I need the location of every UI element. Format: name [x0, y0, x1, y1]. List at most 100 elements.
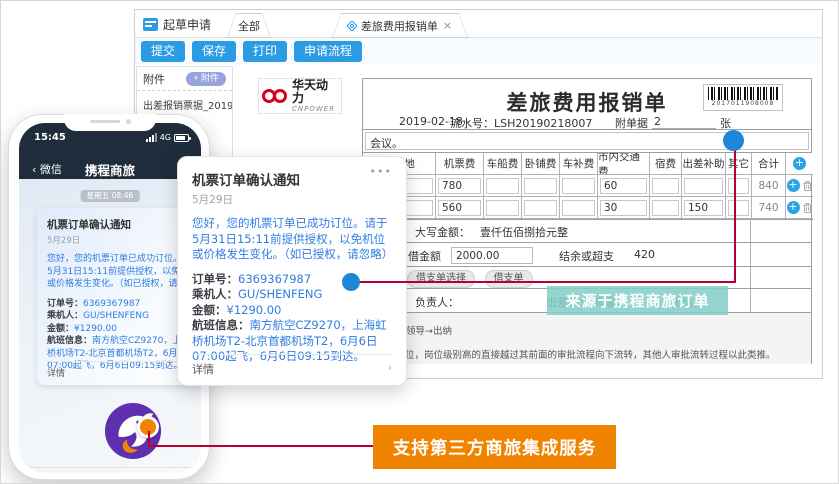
row-total: 740: [752, 197, 786, 219]
field-label: 乘机人：: [47, 311, 84, 321]
add-row-icon[interactable]: +: [786, 179, 800, 192]
field-label: 订单号：: [192, 271, 238, 286]
loan-label: 借金额: [408, 250, 441, 263]
field-label: 订单号：: [47, 298, 84, 309]
delete-row-icon[interactable]: [802, 202, 813, 214]
order-anchor-dot: [342, 273, 360, 291]
network-label: 4G: [159, 133, 171, 142]
add-row-icon[interactable]: +: [793, 157, 806, 170]
cell-input[interactable]: 780: [438, 177, 481, 194]
field-label: 乘机人：: [192, 287, 238, 301]
menu-draft-label: 起草申请: [163, 17, 212, 32]
balance-label: 结余或超支: [559, 250, 614, 263]
camera-icon: [126, 119, 131, 124]
print-button[interactable]: 打印: [243, 41, 288, 62]
caps-amount-label: 大写金额：: [415, 226, 470, 239]
field-value: GU/SHENFENG: [83, 311, 150, 321]
toolbar: 提交 保存 打印 申请流程: [135, 38, 822, 65]
popup-details-link[interactable]: 详情 ›: [192, 354, 392, 377]
phone-screen: 15:45 4G ‹ 微信 携程商旅 星期五 08:46 机票订单确认通知 5月…: [19, 123, 201, 473]
cnpower-logo-icon: [262, 88, 288, 104]
screenshot-root: 起草申请 全部 差旅费用报销单 × 提交 保存 打印 申请流程 附件 + 附件 …: [0, 0, 839, 484]
cell-input[interactable]: [728, 177, 749, 194]
phone-statusbar: 15:45 4G ‹ 微信 携程商旅: [19, 123, 201, 179]
form-footer-notes: 领导→出纳 位，岗位级别高的直接越过其前面的审批流程向下流转，其他人审批流转过程…: [363, 313, 811, 364]
cell-input[interactable]: [524, 177, 557, 194]
phone-notch: [64, 114, 156, 131]
field-value: ¥1290.00: [74, 323, 117, 334]
col-allowance: 出差补助: [682, 153, 726, 175]
col-lodging: 宿费: [650, 153, 682, 175]
tab-close-icon[interactable]: ×: [443, 20, 452, 31]
caps-amount-value: 壹仟伍佰捌拾元整: [480, 226, 568, 239]
col-other: 其它: [726, 153, 752, 175]
footer-note-line1: 领导→出纳: [406, 326, 452, 337]
add-row-icon[interactable]: +: [786, 201, 800, 214]
menu-draft-application[interactable]: 起草申请: [143, 14, 211, 34]
barcode-bars: [708, 87, 778, 100]
integration-callout: 支持第三方商旅集成服务: [373, 425, 616, 469]
popup-date: 5月29日: [192, 194, 234, 206]
tab-all[interactable]: 全部: [227, 13, 271, 38]
cell-input[interactable]: [652, 199, 679, 216]
popup-title: 机票订单确认通知: [192, 173, 300, 189]
document-icon: [143, 17, 158, 31]
cell-input[interactable]: [684, 177, 723, 194]
col-total: 合计: [752, 153, 786, 175]
footer-note-line2: 位，岗位级别高的直接越过其前面的审批流程向下流转，其他人审批流转过程以此类推。: [405, 350, 776, 361]
submit-button[interactable]: 提交: [141, 41, 186, 62]
vendor-logo: 华天动力 CNPOWER: [258, 78, 342, 114]
cell-input[interactable]: [486, 177, 519, 194]
more-options-icon[interactable]: •••: [370, 165, 392, 178]
details-label: 详情: [192, 363, 214, 376]
cell-input[interactable]: [486, 199, 519, 216]
attach-count-value: 2: [654, 115, 661, 128]
chevron-right-icon: ›: [387, 361, 392, 374]
loan-slip-select-button[interactable]: 借支单选择: [407, 270, 475, 288]
barcode: 2017011908008: [703, 84, 783, 111]
cell-input[interactable]: [562, 199, 595, 216]
cell-input[interactable]: [562, 177, 595, 194]
phone-time: 15:45: [34, 132, 66, 143]
loan-amount-input[interactable]: 2000.00: [451, 247, 533, 264]
caps-amount-row: 大写金额： 壹仟伍佰捌拾元整: [363, 219, 811, 243]
connector-line-vertical: [734, 148, 736, 282]
cell-input[interactable]: 560: [438, 199, 481, 216]
source-callout: 来源于携程商旅订单: [547, 286, 728, 315]
cell-input[interactable]: 30: [600, 199, 647, 216]
delete-row-icon[interactable]: [802, 180, 813, 192]
tab-expense-form[interactable]: 差旅费用报销单 ×: [332, 13, 468, 38]
workflow-button[interactable]: 申请流程: [294, 41, 363, 62]
add-attachment-button[interactable]: + 附件: [186, 72, 226, 86]
col-airfare: 机票费: [436, 153, 484, 175]
speaker-icon: [90, 120, 120, 123]
balance-value: 420: [634, 248, 655, 261]
cell-input[interactable]: [728, 199, 749, 216]
col-city-transport: 市内交通费: [598, 153, 650, 175]
field-value: 6369367987: [238, 271, 312, 286]
cell-input[interactable]: [652, 177, 679, 194]
chat-timestamp: 星期五 08:46: [80, 190, 140, 202]
save-button[interactable]: 保存: [192, 41, 237, 62]
col-add: +: [786, 153, 813, 175]
connector-line-horizontal: [351, 281, 736, 283]
col-sleeper: 卧铺费: [522, 153, 560, 175]
field-label: 航班信息：: [192, 318, 250, 332]
loan-slip-button[interactable]: 借支单: [484, 270, 533, 288]
field-value: 6369367987: [83, 298, 141, 309]
field-label: 金额：: [47, 323, 75, 334]
tab-all-label: 全部: [238, 19, 260, 33]
signal-icon: [145, 133, 157, 142]
cell-input[interactable]: [524, 199, 557, 216]
cell-input[interactable]: 60: [600, 177, 647, 194]
phone-nav-title: 携程商旅: [84, 163, 135, 178]
notification-popup: 机票订单确认通知 ••• 5月29日 您好，您的机票订单已成功订位。请于5月31…: [177, 156, 407, 386]
cell-input[interactable]: 150: [684, 199, 723, 216]
tag-icon: [346, 20, 357, 31]
field-label: 航班信息：: [47, 336, 93, 346]
expense-table: 到达地 机票费 车船费 卧铺费 车补费 市内交通费 宿费 出差补助 其它 合计 …: [363, 153, 813, 220]
col-car-subsidy: 车补费: [560, 153, 598, 175]
field-value: GU/SHENFENG: [238, 287, 323, 301]
tab-expense-label: 差旅费用报销单: [360, 19, 438, 33]
battery-icon: [174, 134, 191, 142]
